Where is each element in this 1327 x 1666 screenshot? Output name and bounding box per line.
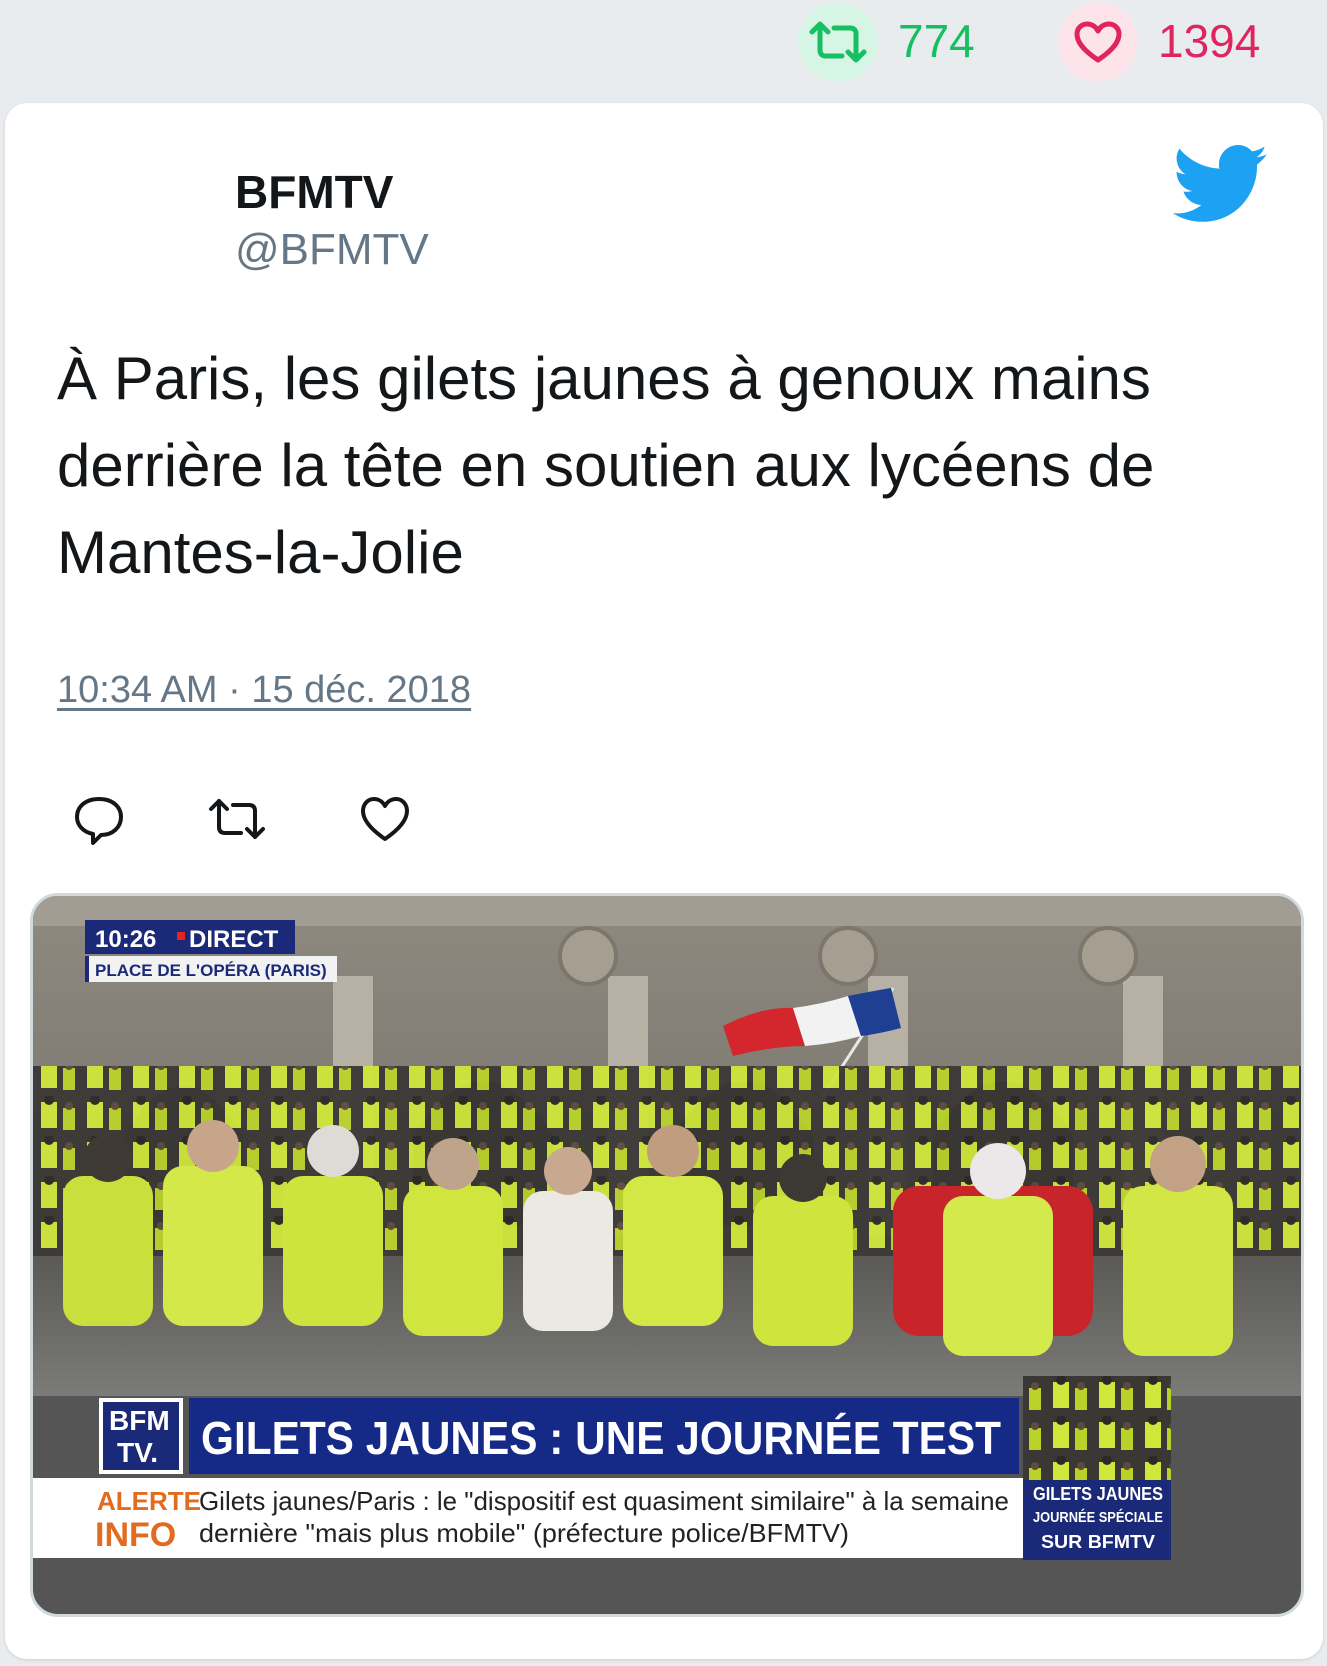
tweet-card: BFMTV @BFMTV À Paris, les gilets jaunes … xyxy=(5,103,1323,1659)
bfm-logo-line2: TV. xyxy=(117,1437,158,1468)
tweet-timestamp[interactable]: 10:34 AM · 15 déc. 2018 xyxy=(57,669,471,712)
ticker-line2: dernière "mais plus mobile" (préfecture … xyxy=(199,1518,849,1548)
author-handle[interactable]: @BFMTV xyxy=(235,225,429,275)
tweet-text: À Paris, les gilets jaunes à genoux main… xyxy=(57,345,1155,586)
retweet-action-icon[interactable] xyxy=(205,791,269,847)
alert-line2: INFO xyxy=(95,1516,176,1554)
retweet-icon xyxy=(809,21,867,63)
promo-line1: GILETS JAUNES xyxy=(1033,1484,1163,1504)
promo-line3: SUR BFMTV xyxy=(1041,1532,1155,1552)
bfm-logo-line1: BFM xyxy=(109,1405,170,1436)
reply-icon[interactable] xyxy=(71,791,127,847)
like-action-icon[interactable] xyxy=(357,791,413,847)
live-label: DIRECT xyxy=(189,926,279,953)
promo-line2: JOURNÉE SPÉCIALE xyxy=(1033,1509,1163,1526)
tweet-media-image[interactable]: 10:26 DIRECT PLACE DE L'OPÉRA (PARIS) BF… xyxy=(30,893,1304,1617)
live-time: 10:26 xyxy=(95,926,156,953)
heart-icon xyxy=(1074,21,1122,63)
engagement-stats: 774 1394 xyxy=(0,0,1327,100)
news-broadcast-image: 10:26 DIRECT PLACE DE L'OPÉRA (PARIS) BF… xyxy=(33,896,1301,1560)
like-count: 1394 xyxy=(1158,15,1261,67)
like-stat-circle[interactable] xyxy=(1058,2,1138,82)
ticker-line1: Gilets jaunes/Paris : le "dispositif est… xyxy=(199,1486,1009,1516)
retweet-stat-circle[interactable] xyxy=(798,2,878,82)
author-name[interactable]: BFMTV xyxy=(235,165,393,219)
alert-line1: ALERTE xyxy=(97,1486,201,1516)
location-label: PLACE DE L'OPÉRA (PARIS) xyxy=(95,961,327,980)
retweet-count: 774 xyxy=(898,15,975,67)
twitter-bird-icon[interactable] xyxy=(1173,145,1269,225)
broadcast-headline: GILETS JAUNES : UNE JOURNÉE TEST xyxy=(201,1412,1001,1464)
